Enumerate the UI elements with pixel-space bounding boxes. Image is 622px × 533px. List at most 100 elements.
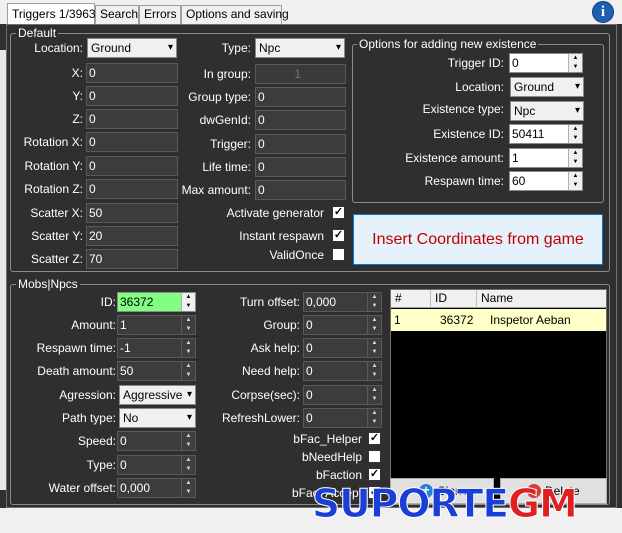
- bfac-helper-checkbox[interactable]: ✓: [368, 432, 381, 445]
- rotation-y-label: Rotation Y:: [24, 159, 84, 173]
- trigger-label: Trigger:: [210, 137, 251, 151]
- spinner-arrows-icon[interactable]: ▲ ▼: [568, 149, 582, 167]
- path-type-select[interactable]: No ▾: [119, 408, 196, 428]
- mob-respawn-time-spinner[interactable]: -1 ▲ ▼: [117, 338, 196, 358]
- mob-respawn-time-value: -1: [120, 341, 131, 355]
- location-select[interactable]: Ground ▾: [87, 38, 177, 58]
- spinner-arrows-icon[interactable]: ▲ ▼: [181, 362, 195, 380]
- respawn-time-spinner[interactable]: 60 ▲ ▼: [509, 171, 583, 191]
- refresh-lower-spinner[interactable]: 0 ▲ ▼: [303, 408, 382, 428]
- options-location-value: Ground: [514, 80, 555, 94]
- column-header-name[interactable]: Name: [477, 290, 606, 308]
- instant-respawn-checkbox[interactable]: ✓: [332, 229, 345, 242]
- mob-id-value: 36372: [120, 295, 154, 309]
- scatter-x-input[interactable]: 50: [86, 203, 178, 223]
- rotation-x-input[interactable]: 0: [86, 132, 178, 152]
- scatter-y-input[interactable]: 20: [86, 226, 178, 246]
- amount-value: 1: [120, 318, 127, 332]
- instant-respawn-label: Instant respawn: [239, 229, 324, 243]
- group-label: Group:: [263, 318, 300, 332]
- dwgenid-input[interactable]: 0: [255, 110, 346, 130]
- mob-id-spinner[interactable]: 36372 ▲ ▼: [117, 292, 196, 312]
- chevron-down-icon: ▾: [186, 389, 192, 400]
- tab-options-and-saving[interactable]: Options and saving: [181, 5, 289, 24]
- spinner-arrows-icon[interactable]: ▲ ▼: [367, 362, 381, 380]
- y-input[interactable]: 0: [86, 86, 178, 106]
- mobs-grid[interactable]: # ID Name 1 36372 Inspetor Aeban: [390, 289, 607, 503]
- spinner-arrows-icon[interactable]: ▲ ▼: [181, 339, 195, 357]
- valid-once-checkbox[interactable]: [332, 248, 345, 261]
- group-spinner[interactable]: 0 ▲ ▼: [303, 315, 382, 335]
- corpse-sec-label: Corpse(sec):: [231, 388, 300, 402]
- type-value: Npc: [259, 41, 281, 55]
- spinner-arrows-icon[interactable]: ▲ ▼: [367, 316, 381, 334]
- location-label: Location:: [34, 41, 83, 55]
- column-header-number[interactable]: #: [391, 290, 431, 308]
- spinner-arrows-icon[interactable]: ▲ ▼: [367, 339, 381, 357]
- life-time-input[interactable]: 0: [255, 157, 346, 177]
- spinner-arrows-icon[interactable]: ▲ ▼: [181, 479, 195, 497]
- agression-select[interactable]: Aggressive ▾: [119, 385, 196, 405]
- spinner-arrows-icon[interactable]: ▲ ▼: [367, 386, 381, 404]
- death-amount-spinner[interactable]: 50 ▲ ▼: [117, 361, 196, 381]
- need-help-spinner[interactable]: 0 ▲ ▼: [303, 361, 382, 381]
- existence-type-value: Npc: [514, 104, 536, 118]
- tab-search[interactable]: Search: [95, 5, 139, 24]
- need-help-label: Need help:: [241, 364, 300, 378]
- bfaction-checkbox[interactable]: ✓: [368, 468, 381, 481]
- spinner-arrows-icon[interactable]: ▲ ▼: [367, 409, 381, 427]
- column-header-id[interactable]: ID: [431, 290, 477, 308]
- spinner-arrows-icon[interactable]: ▲ ▼: [367, 293, 381, 311]
- path-type-label: Path type:: [61, 411, 116, 425]
- activate-generator-checkbox[interactable]: ✓: [332, 206, 345, 219]
- amount-spinner[interactable]: 1 ▲ ▼: [117, 315, 196, 335]
- corpse-sec-value: 0: [306, 388, 313, 402]
- options-group-title: Options for adding new existence: [357, 37, 539, 51]
- spinner-arrows-icon[interactable]: ▲ ▼: [181, 432, 195, 450]
- bneedhelp-checkbox[interactable]: [368, 450, 381, 463]
- table-row[interactable]: 1 36372 Inspetor Aeban: [391, 309, 606, 331]
- max-amount-input[interactable]: 0: [255, 180, 346, 200]
- insert-coordinates-button[interactable]: Insert Coordinates from game: [353, 214, 603, 265]
- info-icon[interactable]: i: [592, 1, 614, 23]
- type-select[interactable]: Npc ▾: [255, 38, 345, 58]
- speed-label: Speed:: [77, 434, 116, 448]
- speed-spinner[interactable]: 0 ▲ ▼: [117, 431, 196, 451]
- agression-value: Aggressive: [123, 388, 183, 402]
- existence-amount-label: Existence amount:: [405, 151, 504, 165]
- tab-triggers[interactable]: Triggers 1/3963: [7, 3, 96, 25]
- ask-help-spinner[interactable]: 0 ▲ ▼: [303, 338, 382, 358]
- turn-offset-spinner[interactable]: 0,000 ▲ ▼: [303, 292, 382, 312]
- tab-errors[interactable]: Errors: [139, 5, 181, 24]
- rotation-y-input[interactable]: 0: [86, 156, 178, 176]
- tab-bar: Triggers 1/3963 Search Errors Options an…: [0, 0, 622, 25]
- spinner-arrows-icon[interactable]: ▲ ▼: [181, 316, 195, 334]
- water-offset-spinner[interactable]: 0,000 ▲ ▼: [117, 478, 196, 498]
- y-label: Y:: [72, 89, 83, 103]
- spinner-arrows-icon[interactable]: ▲ ▼: [181, 456, 195, 474]
- spinner-arrows-icon[interactable]: ▲ ▼: [568, 54, 582, 72]
- row-name-cell: Inspetor Aeban: [490, 313, 571, 327]
- options-location-select[interactable]: Ground ▾: [510, 77, 584, 97]
- x-input[interactable]: 0: [86, 63, 178, 83]
- trigger-id-spinner[interactable]: 0 ▲ ▼: [509, 53, 583, 73]
- corpse-sec-spinner[interactable]: 0 ▲ ▼: [303, 385, 382, 405]
- mob-respawn-time-label: Respawn time:: [36, 341, 116, 355]
- default-group-title: Default: [16, 26, 59, 40]
- mob-type-spinner[interactable]: 0 ▲ ▼: [117, 455, 196, 475]
- trigger-input[interactable]: 0: [255, 134, 346, 154]
- amount-label: Amount:: [71, 318, 116, 332]
- rotation-z-input[interactable]: 0: [86, 179, 178, 199]
- existence-id-spinner[interactable]: 50411 ▲ ▼: [509, 124, 583, 144]
- mobs-group-title: Mobs|Npcs: [16, 277, 80, 291]
- existence-type-select[interactable]: Npc ▾: [510, 101, 584, 121]
- z-input[interactable]: 0: [86, 109, 178, 129]
- chevron-down-icon: ▾: [574, 105, 580, 116]
- existence-amount-spinner[interactable]: 1 ▲ ▼: [509, 148, 583, 168]
- type-label: Type:: [221, 41, 251, 55]
- spinner-arrows-icon[interactable]: ▲ ▼: [181, 293, 195, 311]
- scatter-z-input[interactable]: 70: [86, 249, 178, 269]
- spinner-arrows-icon[interactable]: ▲ ▼: [568, 172, 582, 190]
- group-type-input[interactable]: 0: [255, 87, 346, 107]
- spinner-arrows-icon[interactable]: ▲ ▼: [568, 125, 582, 143]
